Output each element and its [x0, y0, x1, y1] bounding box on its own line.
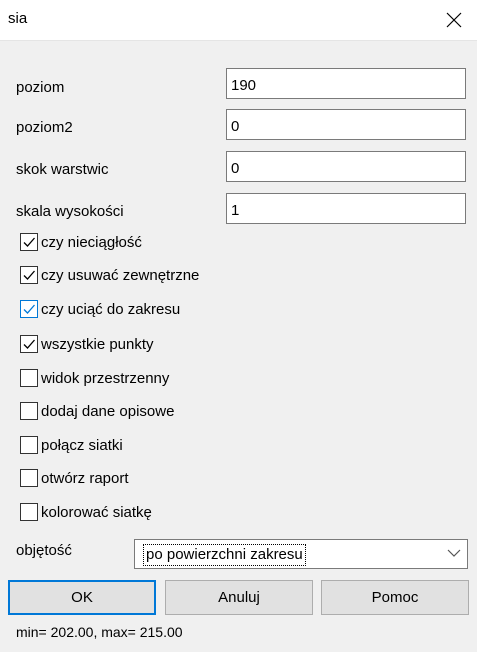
checkbox-box[interactable] [20, 436, 38, 454]
checkbox-label: czy uciąć do zakresu [41, 300, 181, 318]
checkbox-box[interactable] [20, 266, 38, 284]
ok-button[interactable]: OK [8, 580, 156, 615]
chevron-down-icon [447, 549, 461, 557]
poziom-input[interactable] [226, 68, 466, 99]
checkmark-icon [23, 237, 35, 247]
volume-label: objętość [16, 542, 72, 559]
close-button[interactable] [431, 0, 477, 40]
checkbox-box[interactable] [20, 233, 38, 251]
poziom2-input[interactable] [226, 109, 466, 140]
window-title: sia [8, 10, 28, 27]
checkbox-label: kolorować siatkę [41, 503, 152, 521]
checkbox-label: dodaj dane opisowe [41, 402, 175, 420]
checkmark-icon [23, 339, 35, 349]
checkbox-label: czy usuwać zewnętrzne [41, 266, 200, 284]
checkmark-icon [23, 270, 35, 280]
checkbox-czy-usuwac-zewnetrzne[interactable]: czy usuwać zewnętrzne [20, 264, 199, 286]
checkbox-wszystkie-punkty[interactable]: wszystkie punkty [20, 333, 154, 355]
checkbox-polacz-siatki[interactable]: połącz siatki [20, 434, 123, 456]
dialog-window: sia poziom poziom2 skok warstwic skala w… [0, 0, 477, 652]
checkbox-box[interactable] [20, 469, 38, 487]
checkbox-box[interactable] [20, 300, 38, 318]
checkbox-label: widok przestrzenny [41, 369, 170, 387]
field-label-poziom: poziom [16, 79, 65, 96]
volume-selected-value: po powierzchni zakresu [143, 544, 306, 566]
checkmark-icon [23, 304, 35, 314]
checkbox-box[interactable] [20, 402, 38, 420]
volume-dropdown[interactable]: po powierzchni zakresu [134, 539, 468, 569]
checkbox-box[interactable] [20, 503, 38, 521]
title-bar: sia [0, 0, 477, 41]
status-text: min= 202.00, max= 215.00 [16, 624, 183, 640]
checkbox-czy-nieciaglosc[interactable]: czy nieciągłość [20, 231, 142, 253]
checkbox-kolorowac-siatke[interactable]: kolorować siatkę [20, 501, 152, 523]
checkbox-otworz-raport[interactable]: otwórz raport [20, 467, 129, 489]
checkbox-dodaj-dane-opisowe[interactable]: dodaj dane opisowe [20, 400, 174, 422]
skok-warstwic-input[interactable] [226, 151, 466, 182]
help-button[interactable]: Pomoc [321, 580, 469, 615]
checkbox-label: wszystkie punkty [41, 335, 154, 353]
checkbox-label: otwórz raport [41, 469, 129, 487]
checkbox-czy-uciac-do-zakresu[interactable]: czy uciąć do zakresu [20, 298, 180, 320]
cancel-button[interactable]: Anuluj [165, 580, 313, 615]
checkbox-label: czy nieciągłość [41, 233, 142, 251]
field-label-skala-wysokosci: skala wysokości [16, 203, 124, 220]
checkbox-box[interactable] [20, 335, 38, 353]
skala-wysokosci-input[interactable] [226, 193, 466, 224]
field-label-poziom2: poziom2 [16, 119, 73, 136]
close-icon [446, 12, 462, 28]
checkbox-widok-przestrzenny[interactable]: widok przestrzenny [20, 367, 169, 389]
checkbox-box[interactable] [20, 369, 38, 387]
checkbox-label: połącz siatki [41, 436, 123, 454]
field-label-skok-warstwic: skok warstwic [16, 161, 109, 178]
